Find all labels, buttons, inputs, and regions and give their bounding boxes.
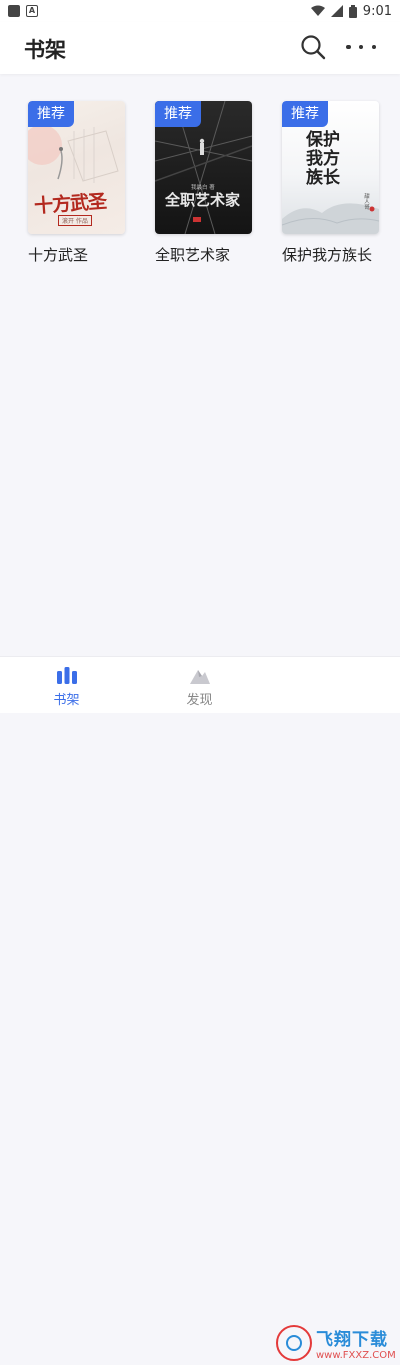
status-time: 9:01: [362, 3, 392, 19]
search-button[interactable]: [300, 34, 326, 60]
search-icon: [301, 35, 326, 60]
book-title: 全职艺术家: [155, 246, 231, 264]
page-title: 书架: [24, 38, 66, 62]
nav-item-discover[interactable]: 发现: [133, 657, 266, 713]
cover-title: 十方武圣: [33, 190, 107, 218]
notification-icon: [8, 5, 20, 17]
recommend-badge: 推荐: [155, 101, 201, 127]
cover-title: 全职艺术家: [165, 191, 241, 209]
status-bar: A 9:01: [0, 0, 400, 22]
recommend-badge: 推荐: [28, 101, 74, 127]
bookshelf-icon: [57, 667, 77, 684]
cover-subtitle: 滚开 作品: [58, 215, 92, 226]
book-title: 保护我方族长: [282, 246, 373, 264]
wifi-icon: [310, 5, 325, 16]
book-item[interactable]: 推荐 保护我方族长 甜人哥 保护我方族长: [282, 101, 380, 265]
watermark-logo-icon: [276, 1325, 312, 1361]
cover-title: 保护我方族长: [306, 130, 340, 188]
more-dot-icon: [358, 44, 364, 50]
nav-item-bookshelf[interactable]: 书架: [0, 657, 133, 713]
more-dot-icon: [346, 44, 351, 50]
notification-a-icon: A: [26, 5, 38, 17]
book-item[interactable]: 推荐 全职艺术家 我最白 著 全职艺术家: [155, 101, 253, 265]
battery-icon: [348, 4, 357, 18]
book-title: 十方武圣: [28, 246, 89, 264]
watermark: 飞翔下载 www.FXXZ.COM: [276, 1321, 396, 1365]
more-button[interactable]: [346, 36, 376, 58]
nav-label: 发现: [186, 693, 213, 708]
discover-icon: [190, 670, 210, 684]
recommend-badge: 推荐: [282, 101, 328, 127]
signal-icon: [330, 5, 343, 17]
watermark-title: 飞翔下载: [316, 1330, 388, 1350]
book-cover[interactable]: 推荐 十方武圣 滚开 作品: [28, 101, 125, 234]
nav-label: 书架: [53, 693, 80, 708]
bottom-nav: 书架 发现 飞翔下载 www.FXXZ.COM: [0, 656, 400, 1361]
watermark-url: www.FXXZ.COM: [316, 1350, 396, 1361]
book-cover[interactable]: 推荐 保护我方族长 甜人哥: [282, 101, 379, 234]
app-bar: 书架: [0, 22, 400, 74]
book-cover[interactable]: 推荐 全职艺术家 我最白 著: [155, 101, 252, 234]
publisher-mark: [193, 217, 201, 222]
cover-subtitle: 甜人哥: [363, 193, 369, 210]
more-dot-icon: [371, 44, 376, 50]
book-item[interactable]: 推荐 十方武圣 滚开 作品 十方武圣: [28, 101, 126, 265]
